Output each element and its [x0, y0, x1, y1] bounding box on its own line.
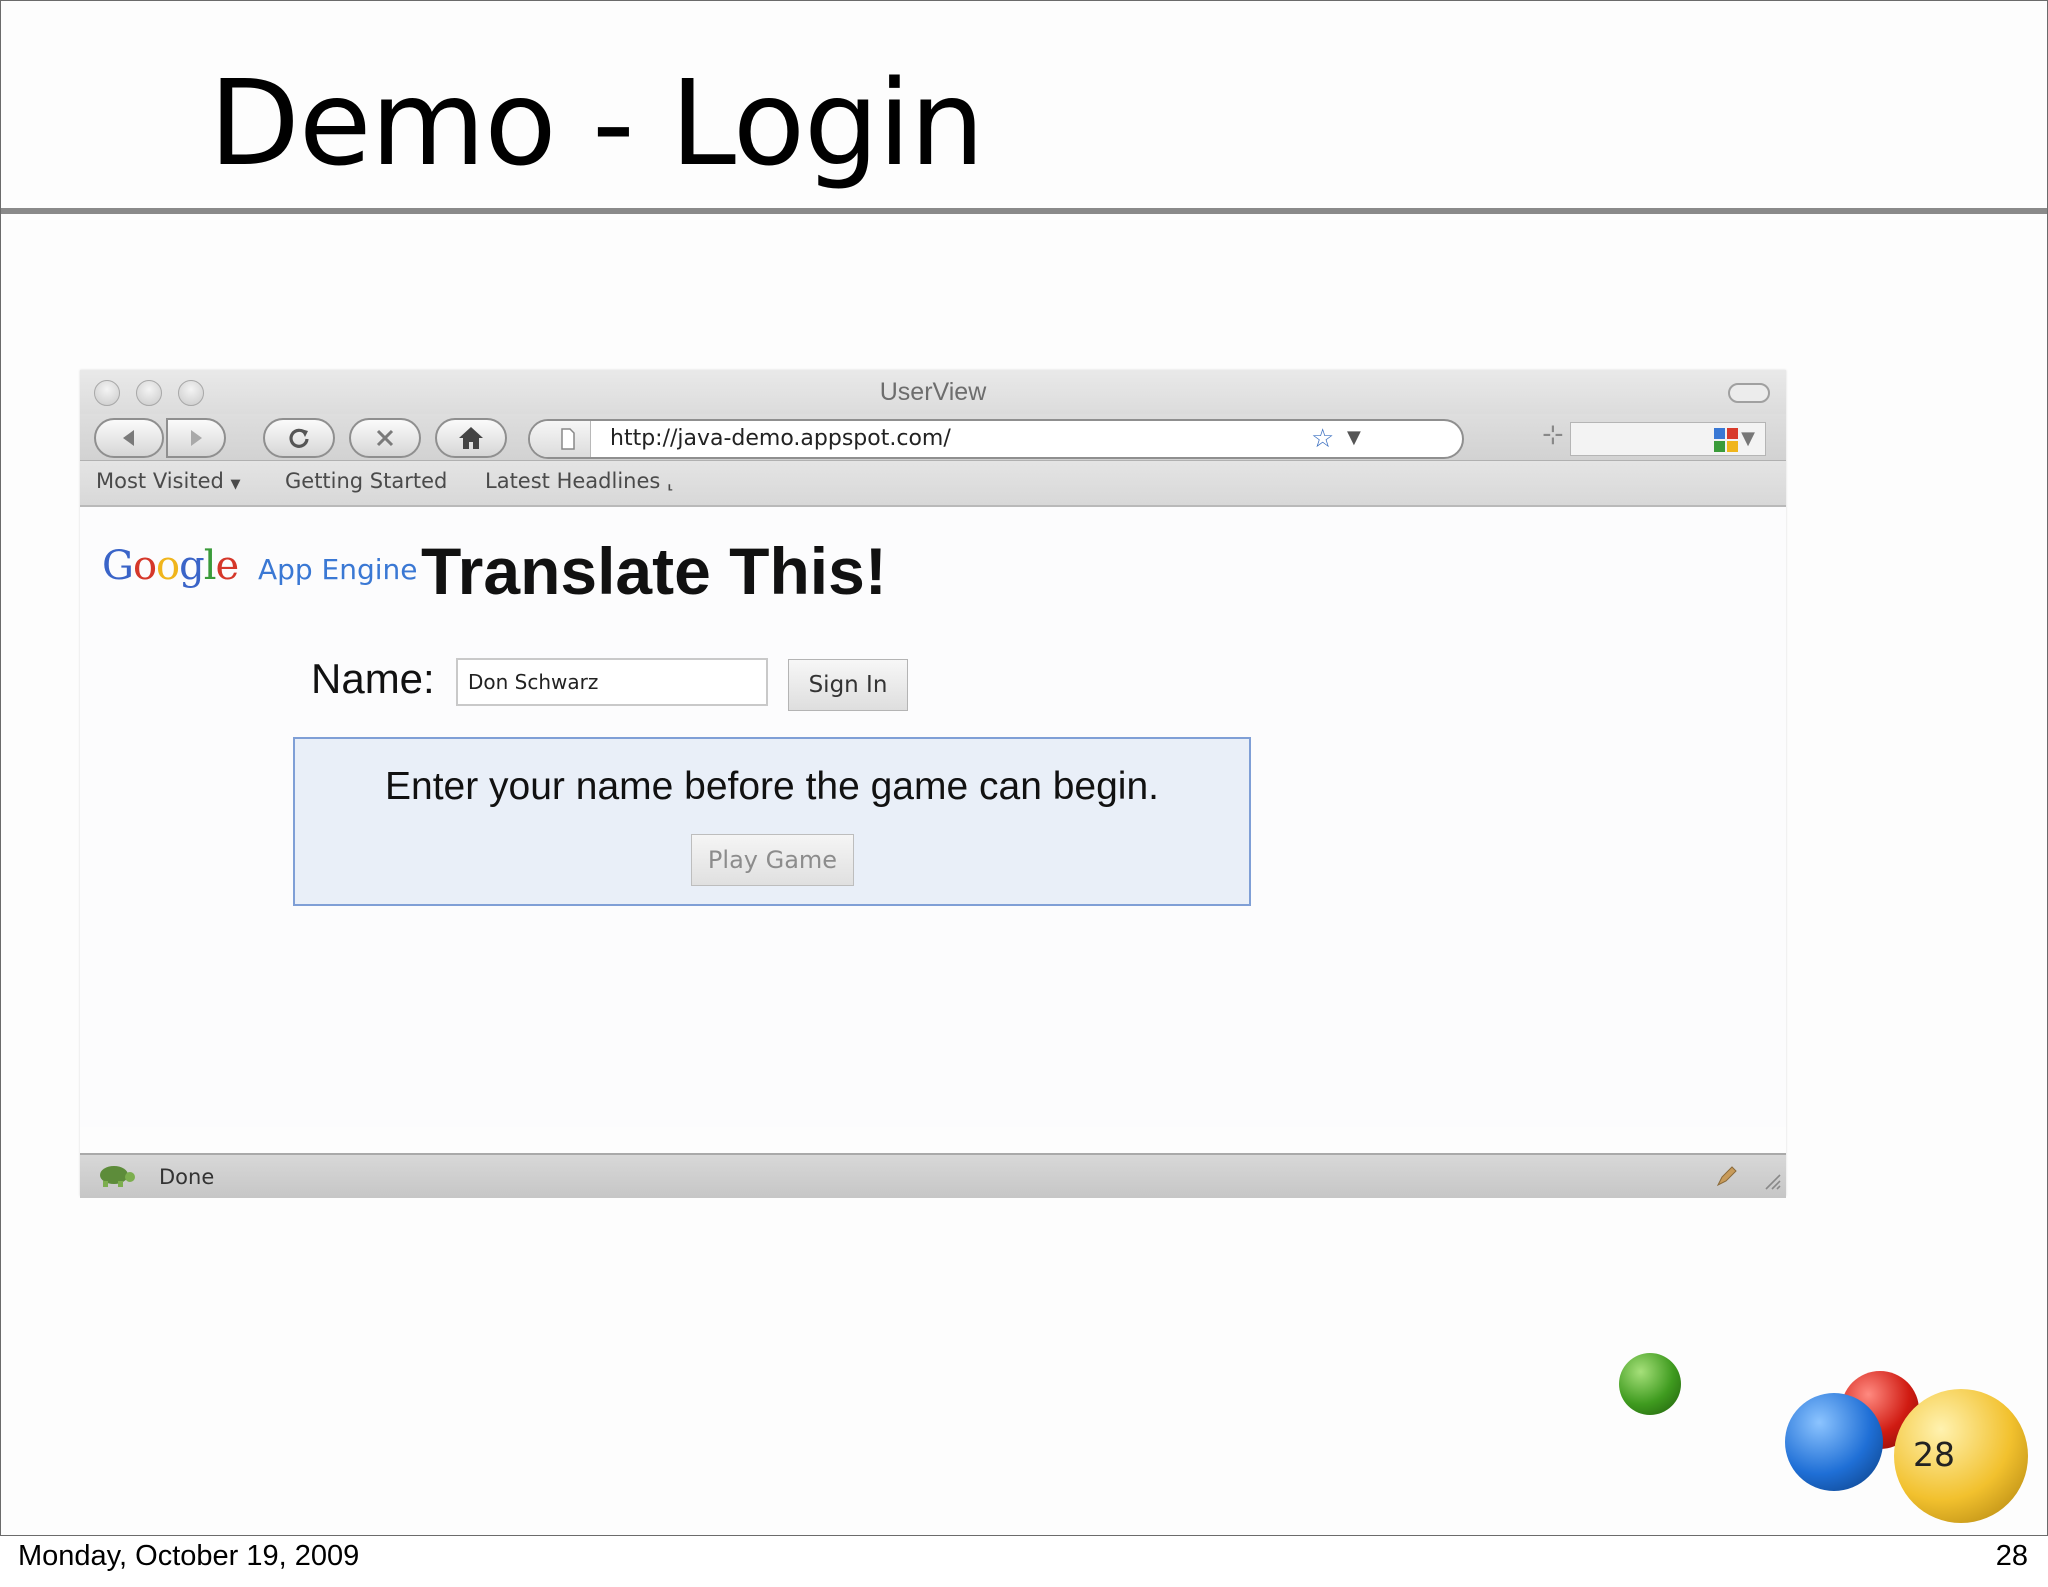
logo-app-engine: App Engine: [257, 553, 418, 586]
navigation-toolbar: http://java-demo.appspot.com/ ☆ ▼ ⊹ ▼: [80, 414, 1786, 461]
google-app-engine-logo: Google App Engine: [102, 543, 418, 589]
status-text: Done: [159, 1165, 215, 1189]
reload-icon: [289, 428, 309, 448]
site-identity-button[interactable]: [530, 421, 591, 457]
back-arrow-icon: [123, 430, 134, 446]
forward-arrow-icon: [191, 430, 202, 446]
pencil-icon[interactable]: [1714, 1163, 1740, 1189]
browser-window: UserView http://java-demo.appspot.com/ ☆…: [80, 370, 1786, 1198]
window-titlebar: UserView: [80, 370, 1786, 414]
slide: Demo - Login UserView http://java-demo.a…: [0, 0, 2048, 1536]
page-heading: Translate This!: [421, 534, 887, 608]
footer-page-number: 28: [1995, 1540, 2028, 1572]
logo-google: Google: [102, 543, 239, 589]
game-notice-panel: Enter your name before the game can begi…: [293, 737, 1251, 906]
page-badge: 28: [1913, 1435, 1955, 1474]
forward-button[interactable]: [166, 418, 226, 458]
green-sphere: [1619, 1353, 1681, 1415]
bookmark-getting-started[interactable]: Getting Started: [285, 469, 447, 493]
search-engine-icon[interactable]: [1712, 426, 1740, 454]
footer-date: Monday, October 19, 2009: [18, 1540, 360, 1572]
back-button[interactable]: [94, 418, 164, 458]
page-content: Google App Engine Translate This! Name: …: [80, 507, 1786, 1127]
window-title: UserView: [879, 378, 987, 406]
toolbar-toggle-button[interactable]: [1728, 383, 1770, 403]
rss-icon: ⸤: [667, 472, 675, 493]
slide-title: Demo - Login: [209, 54, 985, 192]
sign-in-button[interactable]: Sign In: [788, 659, 908, 711]
chevron-down-icon: ▼: [230, 477, 241, 492]
title-divider: [1, 208, 2047, 214]
home-button[interactable]: [435, 418, 507, 458]
resize-grip-icon[interactable]: [1760, 1169, 1782, 1191]
name-label: Name:: [311, 655, 435, 702]
reload-button[interactable]: [263, 418, 335, 458]
resize-handle-icon[interactable]: ⊹: [1542, 420, 1564, 450]
bookmarks-toolbar: Most Visited ▼ Getting Started Latest He…: [80, 461, 1786, 507]
stop-icon: [376, 429, 394, 447]
url-dropdown-icon[interactable]: ▼: [1347, 427, 1361, 448]
play-game-button[interactable]: Play Game: [691, 834, 854, 886]
bookmark-most-visited[interactable]: Most Visited ▼: [96, 469, 241, 493]
page-icon: [561, 428, 575, 450]
turtle-icon: [100, 1166, 135, 1187]
status-bar: Done: [80, 1153, 1786, 1198]
blue-sphere: [1785, 1393, 1883, 1491]
bookmark-latest-headlines[interactable]: Latest Headlines ⸤: [485, 469, 674, 493]
address-bar[interactable]: http://java-demo.appspot.com/ ☆ ▼: [528, 419, 1464, 459]
stop-button[interactable]: [349, 418, 421, 458]
url-text[interactable]: http://java-demo.appspot.com/: [610, 426, 951, 451]
name-field[interactable]: [456, 658, 768, 706]
search-dropdown-icon[interactable]: ▼: [1741, 428, 1755, 449]
star-icon[interactable]: ☆: [1311, 426, 1334, 452]
notice-message: Enter your name before the game can begi…: [385, 765, 1159, 808]
home-icon: [459, 427, 483, 449]
